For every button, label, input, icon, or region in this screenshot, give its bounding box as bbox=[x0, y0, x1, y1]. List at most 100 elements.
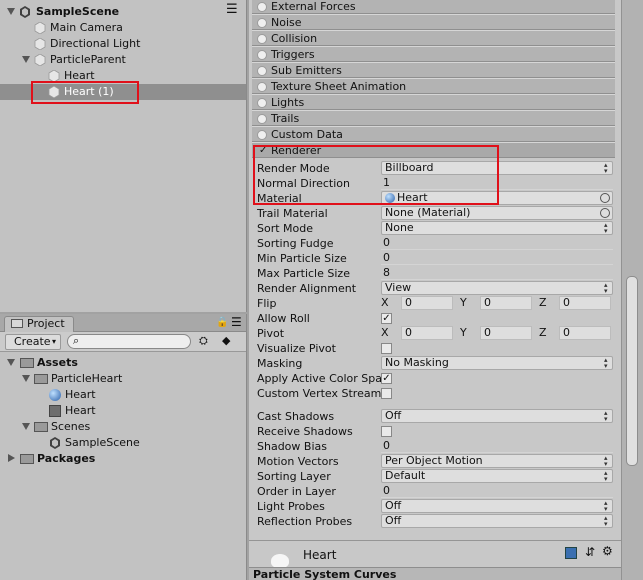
object-picker-icon[interactable] bbox=[600, 193, 610, 203]
field-value[interactable]: 0 bbox=[480, 296, 532, 310]
order-in-layer-field[interactable]: 0 bbox=[381, 484, 613, 498]
prop-label: Sorting Layer bbox=[257, 470, 331, 483]
module-custom-data[interactable]: Custom Data bbox=[252, 126, 615, 142]
module-trails[interactable]: Trails bbox=[252, 110, 615, 126]
gear-icon[interactable]: ⚙ bbox=[602, 544, 613, 558]
module-toggle[interactable] bbox=[257, 66, 267, 76]
tree-item-scenes[interactable]: Scenes bbox=[0, 419, 246, 435]
module-label: Collision bbox=[271, 32, 318, 45]
field-value[interactable]: 0 bbox=[401, 326, 453, 340]
hierarchy-item-particleparent[interactable]: ParticleParent bbox=[0, 52, 246, 68]
module-toggle[interactable] bbox=[257, 114, 267, 124]
trail-material-object-field[interactable]: None (Material) bbox=[381, 206, 613, 220]
expand-arrow-icon[interactable] bbox=[22, 423, 30, 430]
module-collision[interactable]: Collision bbox=[252, 30, 615, 46]
sorting-fudge-field[interactable]: 0 bbox=[381, 236, 613, 250]
panel-menu-icon[interactable]: ☰ bbox=[231, 315, 242, 329]
collapse-arrow-icon[interactable] bbox=[8, 454, 15, 462]
hierarchy-item-main-camera[interactable]: Main Camera bbox=[0, 20, 246, 36]
module-toggle[interactable] bbox=[257, 82, 267, 92]
apply-active-color-space-checkbox[interactable]: ✓ bbox=[381, 373, 392, 384]
expand-arrow-icon[interactable] bbox=[7, 359, 15, 366]
receive-shadows-checkbox[interactable] bbox=[381, 426, 392, 437]
module-toggle[interactable] bbox=[257, 98, 267, 108]
module-toggle[interactable] bbox=[257, 34, 267, 44]
shadow-bias-field[interactable]: 0 bbox=[381, 439, 613, 453]
dropdown-value: View bbox=[385, 281, 412, 294]
visualize-pivot-checkbox[interactable] bbox=[381, 343, 392, 354]
field-value: 0 bbox=[383, 236, 390, 249]
field-value[interactable]: 0 bbox=[401, 296, 453, 310]
field-value: 8 bbox=[383, 266, 390, 279]
custom-vertex-streams-checkbox[interactable] bbox=[381, 388, 392, 399]
create-button[interactable]: Create ▾ bbox=[5, 334, 61, 350]
curves-header[interactable]: Particle System Curves bbox=[249, 567, 621, 580]
hierarchy-item-directional-light[interactable]: Directional Light bbox=[0, 36, 246, 52]
masking-dropdown[interactable]: No Masking bbox=[381, 356, 613, 370]
tree-item-particleheart[interactable]: ParticleHeart bbox=[0, 371, 246, 387]
module-toggle[interactable] bbox=[257, 2, 267, 12]
module-toggle[interactable] bbox=[257, 130, 267, 140]
scene-menu-icon[interactable]: ☰ bbox=[226, 2, 238, 18]
light-probes-dropdown[interactable]: Off bbox=[381, 499, 613, 513]
help-book-icon[interactable] bbox=[565, 547, 577, 559]
lock-icon[interactable]: 🔒 bbox=[216, 317, 228, 328]
prop-label: Light Probes bbox=[257, 500, 325, 513]
tree-item-heart-texture[interactable]: Heart bbox=[0, 403, 246, 419]
module-noise[interactable]: Noise bbox=[252, 14, 615, 30]
expand-arrow-icon[interactable] bbox=[7, 8, 15, 15]
filter-type-icon[interactable]: ⛭ bbox=[199, 334, 208, 348]
filter-label-icon[interactable]: ◆ bbox=[222, 334, 230, 347]
prop-label: Custom Vertex Streams bbox=[257, 387, 383, 400]
scrollbar-thumb[interactable] bbox=[626, 276, 638, 466]
inspector-scrollbar[interactable] bbox=[621, 0, 643, 580]
cast-shadows-dropdown[interactable]: Off bbox=[381, 409, 613, 423]
allow-roll-checkbox[interactable]: ✓ bbox=[381, 313, 392, 324]
prop-allow-roll: Allow Roll ✓ bbox=[257, 311, 617, 326]
create-label: Create bbox=[14, 335, 51, 348]
expand-arrow-icon[interactable] bbox=[22, 56, 30, 63]
sorting-layer-dropdown[interactable]: Default bbox=[381, 469, 613, 483]
prop-label: Sort Mode bbox=[257, 222, 314, 235]
field-value[interactable]: 0 bbox=[559, 326, 611, 340]
module-lights[interactable]: Lights bbox=[252, 94, 615, 110]
module-texture-sheet-animation[interactable]: Texture Sheet Animation bbox=[252, 78, 615, 94]
reflection-probes-dropdown[interactable]: Off bbox=[381, 514, 613, 528]
tab-project[interactable]: Project bbox=[4, 316, 74, 332]
tree-item-packages[interactable]: Packages bbox=[0, 451, 246, 467]
module-triggers[interactable]: Triggers bbox=[252, 46, 615, 62]
render-alignment-dropdown[interactable]: View bbox=[381, 281, 613, 295]
folder-icon bbox=[34, 374, 48, 384]
dropdown-value: Off bbox=[385, 409, 402, 422]
folder-icon bbox=[20, 454, 34, 464]
module-external-forces[interactable]: External Forces bbox=[252, 0, 615, 14]
prop-cast-shadows: Cast Shadows Off bbox=[257, 409, 617, 424]
tab-label: Project bbox=[27, 317, 65, 330]
object-picker-icon[interactable] bbox=[600, 208, 610, 218]
scene-row[interactable]: SampleScene ☰ bbox=[0, 2, 246, 20]
expand-arrow-icon[interactable] bbox=[22, 375, 30, 382]
prop-order-in-layer: Order in Layer 0 bbox=[257, 484, 617, 499]
prop-label: Reflection Probes bbox=[257, 515, 353, 528]
min-particle-size-field[interactable]: 0 bbox=[381, 251, 613, 265]
field-value[interactable]: 0 bbox=[559, 296, 611, 310]
motion-vectors-dropdown[interactable]: Per Object Motion bbox=[381, 454, 613, 468]
material-preview-header[interactable]: Heart ⇵ ⚙ Particle System Curves bbox=[249, 540, 621, 580]
search-input[interactable]: ⌕ bbox=[67, 334, 191, 349]
max-particle-size-field[interactable]: 8 bbox=[381, 266, 613, 280]
prop-label: Apply Active Color Space bbox=[257, 372, 383, 385]
preset-sliders-icon[interactable]: ⇵ bbox=[585, 545, 595, 559]
tree-item-samplescene[interactable]: SampleScene bbox=[0, 435, 246, 451]
module-toggle[interactable] bbox=[257, 18, 267, 28]
sort-mode-dropdown[interactable]: None bbox=[381, 221, 613, 235]
prop-max-particle-size: Max Particle Size 8 bbox=[257, 266, 617, 281]
unity-scene-icon bbox=[50, 437, 60, 449]
tree-item-heart-material[interactable]: Heart bbox=[0, 387, 246, 403]
field-value[interactable]: 0 bbox=[480, 326, 532, 340]
module-toggle[interactable] bbox=[257, 50, 267, 60]
prop-label: Order in Layer bbox=[257, 485, 336, 498]
prop-motion-vectors: Motion Vectors Per Object Motion bbox=[257, 454, 617, 469]
tree-item-assets[interactable]: Assets bbox=[0, 355, 246, 371]
module-sub-emitters[interactable]: Sub Emitters bbox=[252, 62, 615, 78]
axis-label: Z bbox=[539, 326, 547, 339]
